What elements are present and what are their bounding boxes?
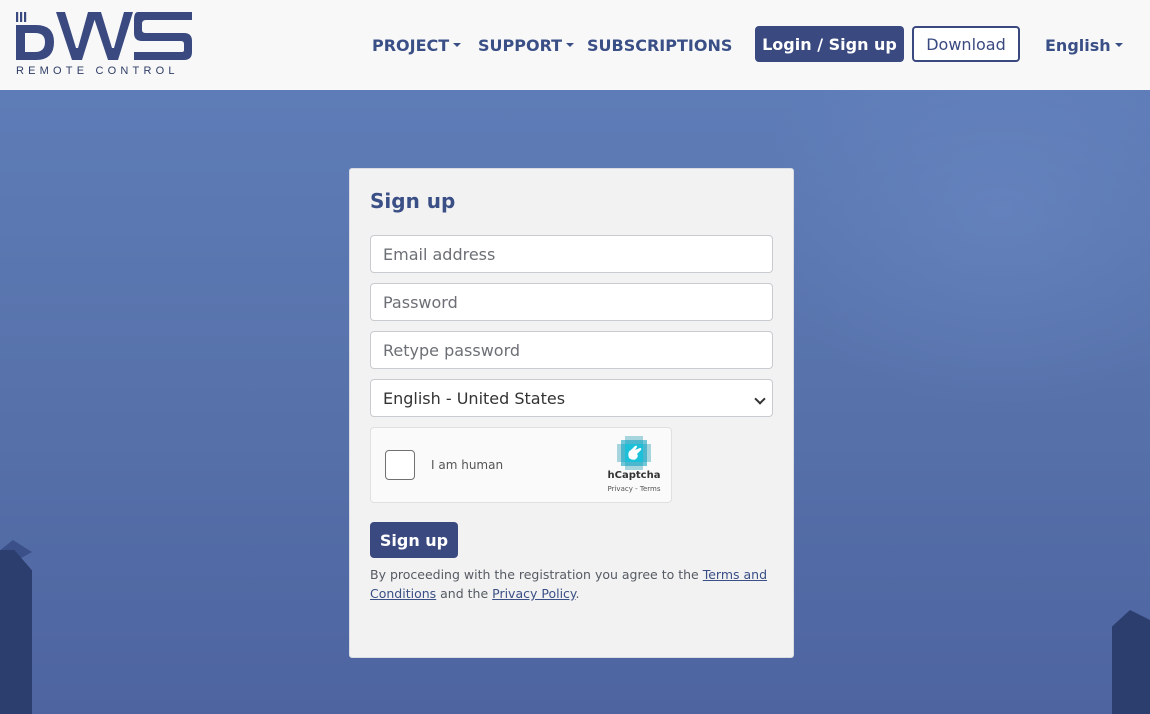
retype-password-input[interactable] — [370, 331, 773, 369]
dws-logo[interactable]: REMOTE CONTROL — [16, 8, 196, 80]
terms-notice: By proceeding with the registration you … — [370, 565, 775, 603]
nav-support[interactable]: SUPPORT — [478, 0, 575, 90]
captcha-links: Privacy - Terms — [597, 485, 671, 493]
password-input[interactable] — [370, 283, 773, 321]
language-dropdown[interactable]: English — [1045, 0, 1123, 90]
caret-down-icon — [1114, 43, 1123, 47]
captcha-terms-link[interactable]: Terms — [640, 485, 661, 493]
nav-support-label: SUPPORT — [478, 35, 563, 55]
nav-subscriptions[interactable]: SUBSCRIPTIONS — [587, 0, 732, 90]
site-header: REMOTE CONTROL PROJECT SUPPORT SUBSCRIPT… — [0, 0, 1150, 90]
email-input[interactable] — [370, 235, 773, 273]
language-select[interactable]: English - United States — [370, 379, 773, 417]
language-select-value: English - United States — [383, 388, 566, 408]
captcha-privacy-link[interactable]: Privacy — [608, 485, 633, 493]
login-signup-button[interactable]: Login / Sign up — [755, 26, 904, 62]
signup-submit-button[interactable]: Sign up — [370, 522, 458, 558]
nav-project[interactable]: PROJECT — [372, 0, 462, 90]
signup-card: Sign up English - United States I am hum… — [349, 168, 794, 658]
chevron-down-icon — [754, 393, 766, 405]
terms-suffix: . — [575, 586, 580, 601]
nav-project-label: PROJECT — [372, 35, 450, 55]
building-illustration-left — [0, 550, 32, 714]
caret-down-icon — [453, 43, 462, 47]
signup-title: Sign up — [370, 189, 456, 213]
captcha-brand: hCaptcha — [607, 470, 661, 481]
hcaptcha-logo-icon — [617, 436, 651, 470]
terms-prefix: By proceeding with the registration you … — [370, 567, 703, 582]
hcaptcha-widget: I am human hCaptcha Privacy - Terms — [370, 427, 672, 503]
caret-down-icon — [566, 43, 575, 47]
building-illustration-right — [1112, 610, 1150, 714]
nav-subscriptions-label: SUBSCRIPTIONS — [587, 35, 733, 55]
logo-subtitle: REMOTE CONTROL — [16, 65, 179, 77]
download-button[interactable]: Download — [912, 26, 1020, 62]
background-glow — [750, 90, 1150, 410]
language-label: English — [1045, 35, 1111, 55]
captcha-separator: - — [632, 485, 640, 493]
privacy-policy-link[interactable]: Privacy Policy — [492, 586, 575, 601]
dws-logo-mark — [16, 12, 192, 60]
captcha-checkbox[interactable] — [385, 450, 415, 480]
captcha-label: I am human — [431, 458, 504, 472]
terms-middle: and the — [436, 586, 493, 601]
